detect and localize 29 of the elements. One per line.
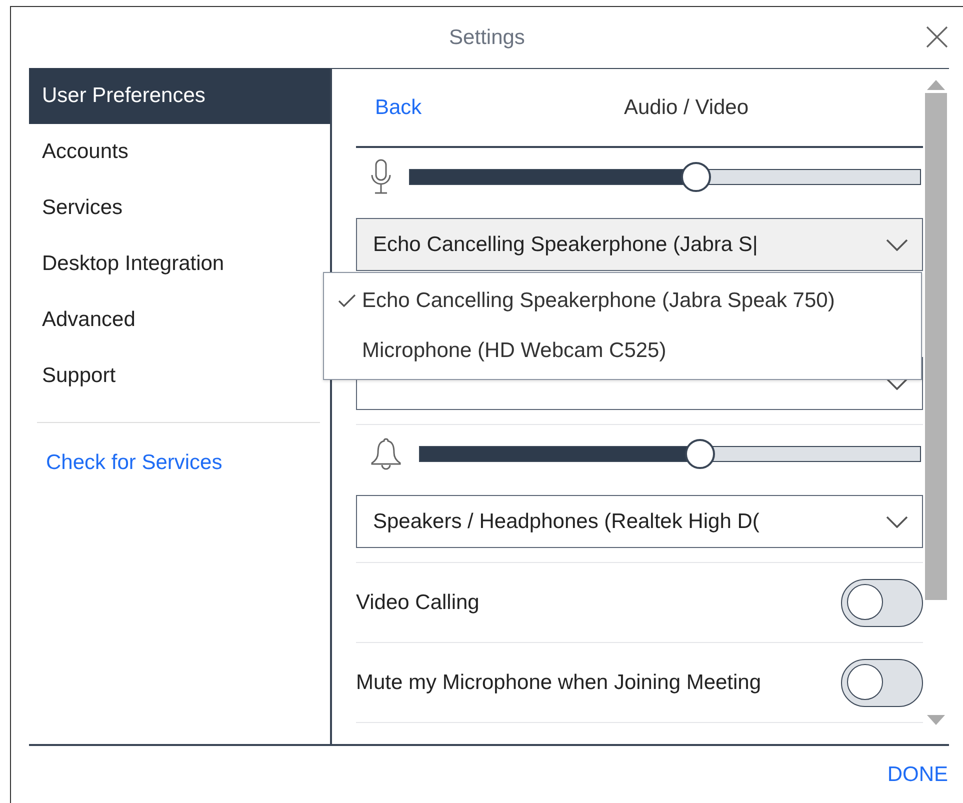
close-icon	[925, 25, 949, 49]
scroll-up-icon	[926, 79, 946, 91]
sidebar-item[interactable]: Services	[29, 180, 330, 236]
toggle-label: Video Calling	[356, 590, 480, 614]
chevron-down-icon	[886, 516, 908, 528]
close-button[interactable]	[925, 25, 949, 49]
scroll-thumb[interactable]	[925, 93, 947, 600]
device-dropdown[interactable]: Echo Cancelling Speakerphone (Jabra S|	[356, 218, 923, 271]
toggle-switch[interactable]	[841, 658, 923, 706]
back-link[interactable]: Back	[375, 96, 422, 120]
device-dropdown[interactable]: Speakers / Headphones (Realtek High D(	[356, 495, 923, 548]
bell-icon	[370, 436, 402, 470]
chevron-down-icon	[886, 238, 908, 250]
sidebar-item[interactable]: User Preferences	[29, 68, 330, 124]
toggle-label: Mute my Microphone when Joining Meeting	[356, 670, 762, 694]
toggle-switch[interactable]	[841, 578, 923, 626]
volume-slider[interactable]	[409, 160, 921, 192]
check-services-link[interactable]: Check for Services	[46, 451, 330, 475]
scroll-down-icon	[926, 714, 946, 726]
sidebar-item[interactable]: Accounts	[29, 124, 330, 180]
done-button[interactable]: DONE	[887, 762, 948, 786]
microphone-icon	[370, 158, 392, 194]
section-title: Audio / Video	[624, 96, 749, 120]
chevron-down-icon	[886, 378, 908, 390]
slider-thumb[interactable]	[680, 162, 711, 192]
menu-option[interactable]: Microphone (HD Webcam C525)	[324, 326, 921, 376]
slider-thumb[interactable]	[685, 438, 716, 468]
window-title: Settings	[449, 26, 525, 50]
volume-slider[interactable]	[419, 438, 921, 470]
